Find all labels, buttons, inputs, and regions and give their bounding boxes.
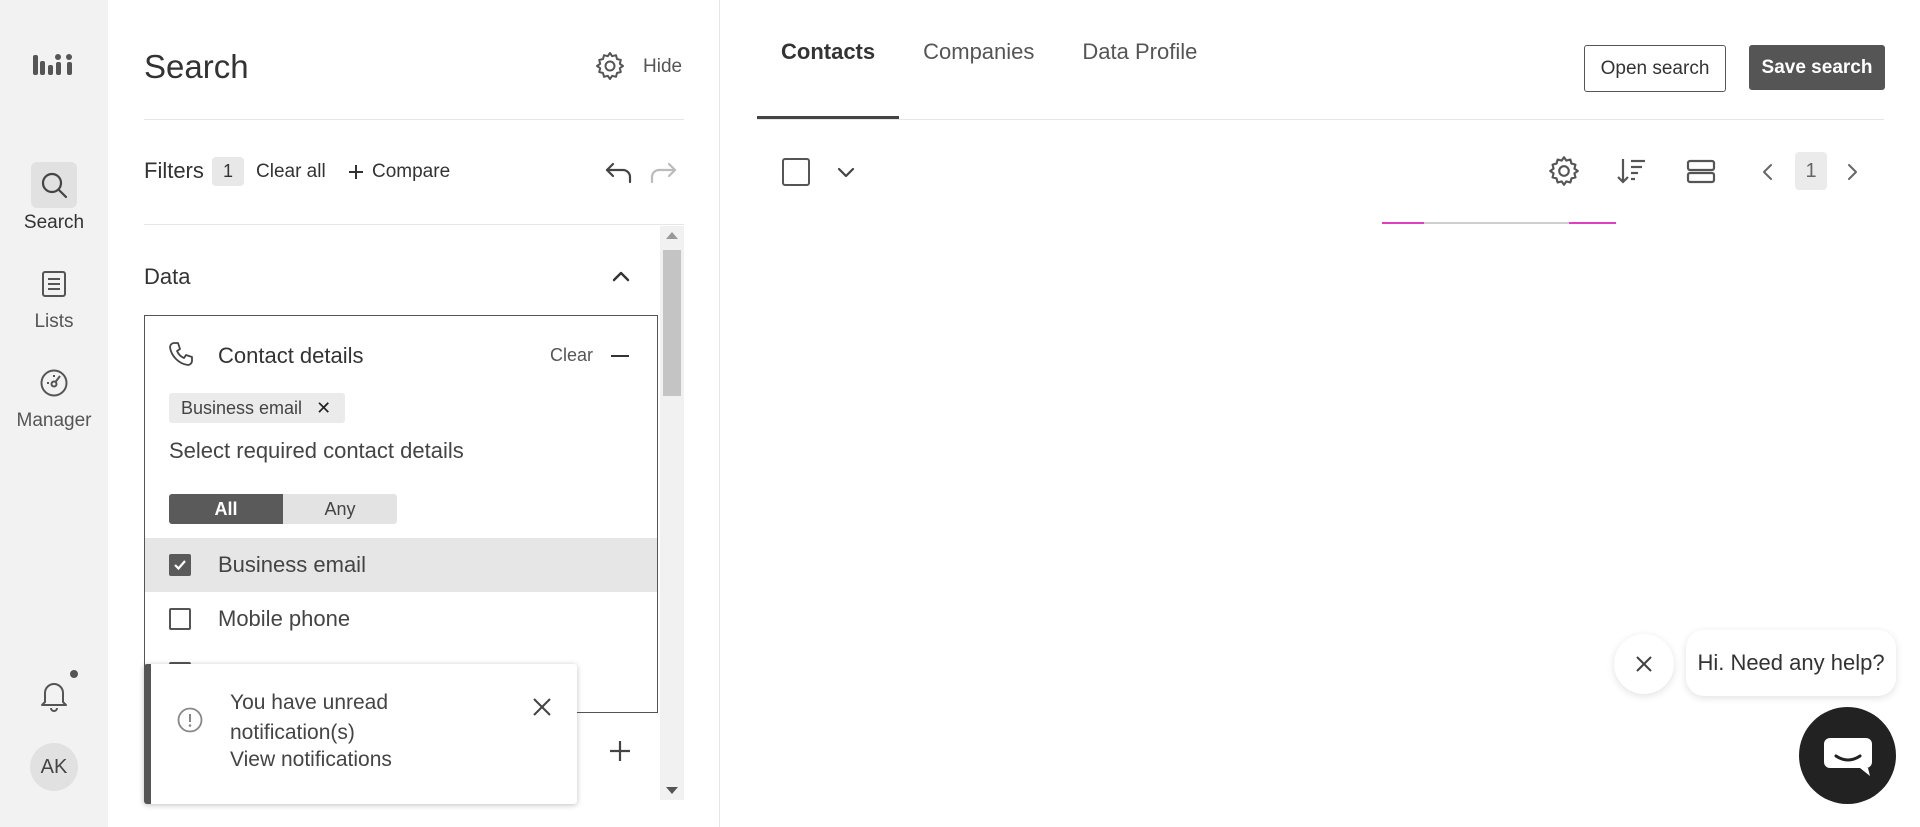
notification-dot [68,668,80,680]
chevron-right-icon[interactable] [1841,160,1863,184]
segment-all[interactable]: All [169,494,283,524]
sort-icon[interactable] [1615,154,1649,188]
app: Search Lists Manager AK Search Hide Filt… [0,0,1920,827]
chat-greeting-bubble[interactable]: Hi. Need any help? [1686,630,1896,696]
filters-count-badge: 1 [212,157,244,186]
gear-icon[interactable] [594,50,626,82]
tab-contacts[interactable]: Contacts [757,0,900,119]
nav-item-label: Search [23,212,85,233]
contact-details-clear-button[interactable]: Clear [550,345,593,366]
tab-bar: Contacts Companies Data Profile [757,0,1221,119]
divider [757,119,1884,120]
chevron-left-icon[interactable] [1757,160,1779,184]
toast-message: You have unread notification(s) [230,691,389,744]
select-prompt: Select required contact details [169,438,464,463]
redo-icon[interactable] [646,155,680,189]
settings-icon[interactable] [1547,154,1581,188]
nav-item-search[interactable]: Search [0,162,108,234]
option-label: Business email [218,552,366,577]
chip-label: Business email [181,397,303,418]
checkbox[interactable] [169,608,191,630]
plus-icon [349,165,363,179]
scrollbar-thumb[interactable] [663,250,681,396]
loading-progress-bar [1382,222,1616,224]
chevron-down-icon[interactable] [832,158,860,186]
filter-chip: Business email ✕ [169,393,346,423]
open-search-button[interactable]: Open search [1584,45,1726,92]
nav-rail: Search Lists Manager AK [0,0,108,827]
chat-dismiss-button[interactable] [1614,634,1674,694]
option-label: Mobile phone [218,606,351,631]
hide-button[interactable]: Hide [643,56,682,78]
chevron-up-icon[interactable] [608,264,634,290]
nav-item-manager[interactable]: Manager [0,360,108,432]
nav-item-lists[interactable]: Lists [0,261,108,333]
contact-details-filter: Contact details Clear Business email ✕ S… [144,315,658,713]
undo-icon[interactable] [602,155,636,189]
close-icon[interactable]: ✕ [316,398,331,419]
filters-label: Filters [144,158,204,183]
segment-any[interactable]: Any [283,494,397,524]
data-section-title[interactable]: Data [144,264,190,290]
dashboard-icon [31,360,77,406]
clear-all-button[interactable]: Clear all [256,161,326,183]
search-icon [31,162,77,208]
close-icon [1636,656,1652,672]
scroll-up-arrow-icon[interactable] [666,232,678,239]
divider [144,224,684,225]
row-density-icon[interactable] [1684,154,1718,188]
panel-title: Search [144,48,249,85]
notification-toast: You have unread notification(s) View not… [144,664,577,804]
contact-details-title: Contact details [218,343,364,368]
scroll-down-arrow-icon[interactable] [666,787,678,794]
divider [144,119,684,120]
scrollbar[interactable] [660,226,684,800]
tab-data-profile[interactable]: Data Profile [1058,0,1221,119]
close-icon[interactable] [529,694,555,720]
nav-item-label: Lists [34,311,74,332]
checkmark-icon [174,560,186,571]
tab-companies[interactable]: Companies [899,0,1058,119]
chat-icon [1823,737,1872,776]
list-icon [31,261,77,307]
checkbox-checked[interactable] [169,554,191,576]
page-number[interactable]: 1 [1795,152,1827,190]
match-mode-toggle: All Any [169,494,397,524]
phone-icon [169,342,193,366]
nav-item-label: Manager [16,410,92,431]
compare-label: Compare [372,161,451,182]
avatar[interactable]: AK [30,743,78,791]
option-business-email[interactable]: Business email [145,538,657,592]
option-mobile-phone[interactable]: Mobile phone [145,592,657,646]
select-all-checkbox[interactable] [782,158,810,186]
view-notifications-link[interactable]: View notifications [230,748,392,772]
collapse-minus-icon[interactable] [611,355,629,357]
chat-launcher-button[interactable] [1799,707,1896,804]
plus-icon[interactable] [606,737,634,765]
bell-icon[interactable] [33,674,75,716]
app-logo-icon[interactable] [32,51,76,79]
compare-button[interactable]: Compare [348,161,450,183]
info-icon [177,707,203,733]
save-search-button[interactable]: Save search [1749,45,1885,90]
